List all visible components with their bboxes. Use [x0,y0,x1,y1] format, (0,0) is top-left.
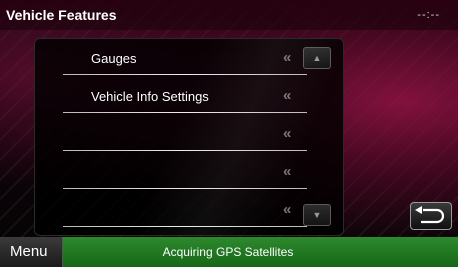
chevron-left-icon: « [283,201,292,218]
menu-button[interactable]: Menu [0,237,63,267]
clock: --:-- [417,9,440,21]
list-item-gauges[interactable]: Gauges « [35,39,343,77]
back-arrow-icon [415,206,445,224]
row-divider [63,188,307,189]
menu-button-label: Menu [10,243,48,260]
row-divider [63,226,307,227]
page-title: Vehicle Features [6,7,117,23]
row-divider [63,150,307,151]
scroll-down-button[interactable]: ▼ [303,204,331,226]
chevron-left-icon: « [283,163,292,180]
row-divider [63,74,307,75]
screen: Vehicle Features --:-- Gauges « Vehicle … [0,0,458,267]
gps-status-bar[interactable]: Acquiring GPS Satellites [63,237,458,267]
title-bar: Vehicle Features --:-- [0,0,458,30]
list-item-empty[interactable]: « [35,191,343,229]
row-divider [63,112,307,113]
list-item-empty[interactable]: « [35,153,343,191]
scroll-up-button[interactable]: ▲ [303,47,331,69]
up-triangle-icon: ▲ [312,53,322,63]
chevron-left-icon: « [283,87,292,104]
list-item-empty[interactable]: « [35,115,343,153]
gps-status-text: Acquiring GPS Satellites [162,245,294,259]
list-item-vehicle-info-settings[interactable]: Vehicle Info Settings « [35,77,343,115]
chevron-left-icon: « [283,125,292,142]
bottom-bar: Menu Acquiring GPS Satellites [0,237,458,267]
list-item-label: Gauges [91,51,137,66]
list-item-label: Vehicle Info Settings [91,89,209,104]
feature-list: Gauges « Vehicle Info Settings « « « « ▲ [34,38,344,236]
down-triangle-icon: ▼ [312,210,322,220]
chevron-left-icon: « [283,49,292,66]
back-button[interactable] [410,202,452,230]
